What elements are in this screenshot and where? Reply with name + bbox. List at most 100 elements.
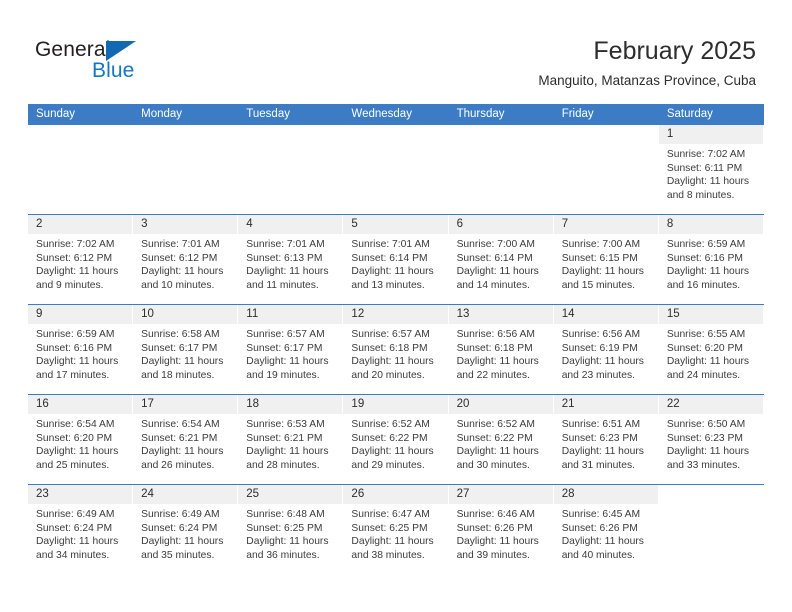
daylight-text: Daylight: 11 hours [246,356,329,368]
sunrise-text: Sunrise: 6:52 AM [351,419,430,430]
day-cell-3[interactable]: 3 Sunrise: 7:01 AM Sunset: 6:12 PM Daylight… [133,215,239,304]
day-number-band: 20 [448,395,553,414]
day-cell-18[interactable]: 18 Sunrise: 6:53 AM Sunset: 6:21 PM Dayligh… [238,395,344,484]
day-number: 6 [456,218,463,230]
day-cell-22[interactable]: 22 Sunrise: 6:50 AM Sunset: 6:23 PM Dayligh… [658,395,764,484]
day-cell-15[interactable]: 15 Sunrise: 6:55 AM Sunset: 6:20 PM Dayligh… [658,305,764,394]
day-number: 4 [246,218,253,230]
day-number: 28 [561,488,575,500]
daylight-text: Daylight: 11 hours [561,446,644,458]
day-cell-4[interactable]: 4 Sunrise: 7:01 AM Sunset: 6:13 PM Daylight… [238,215,344,304]
day-number-band: 24 [133,485,238,504]
day-details: Sunrise: 6:54 AM Sunset: 6:20 PM Daylight:… [28,414,132,472]
day-number: 14 [561,308,575,320]
daylight-text: and 36 minutes. [246,549,320,561]
calendar-week-row: 9 Sunrise: 6:59 AM Sunset: 6:16 PM Daylight… [28,304,764,394]
day-number: 27 [456,488,470,500]
daylight-text: Daylight: 11 hours [141,536,224,548]
daylight-text: and 29 minutes. [351,459,425,471]
day-details: Sunrise: 6:46 AM Sunset: 6:26 PM Daylight:… [449,504,553,562]
day-number-band [238,125,343,144]
sunset-text: Sunset: 6:20 PM [36,432,113,444]
sunset-text: Sunset: 6:19 PM [561,342,638,354]
day-number-band: 23 [28,485,133,504]
day-cell-17[interactable]: 17 Sunrise: 6:54 AM Sunset: 6:21 PM Dayligh… [133,395,239,484]
daylight-text: Daylight: 11 hours [141,266,224,278]
logo-text-blue: Blue [92,59,135,82]
daylight-text: and 26 minutes. [141,459,215,471]
day-number: 9 [36,308,43,320]
day-cell-24[interactable]: 24 Sunrise: 6:49 AM Sunset: 6:24 PM Dayligh… [133,485,239,574]
weekday-header-tuesday: Tuesday [246,108,290,120]
day-cell-5[interactable]: 5 Sunrise: 7:01 AM Sunset: 6:14 PM Daylight… [343,215,449,304]
day-cell-27[interactable]: 27 Sunrise: 6:46 AM Sunset: 6:26 PM Dayligh… [448,485,554,574]
calendar-grid: Sunday Monday Tuesday Wednesday Thursday Frid… [28,104,764,574]
daylight-text: and 25 minutes. [36,459,110,471]
sunrise-text: Sunrise: 6:57 AM [351,329,430,340]
day-number-band: 16 [28,395,133,414]
daylight-text: Daylight: 11 hours [456,356,539,368]
day-cell-28[interactable]: 28 Sunrise: 6:45 AM Sunset: 6:26 PM Dayligh… [553,485,659,574]
weekday-header-wednesday: Wednesday [351,108,412,120]
sunrise-text: Sunrise: 6:56 AM [561,329,641,340]
sunset-text: Sunset: 6:13 PM [246,252,323,264]
sunrise-text: Sunrise: 6:54 AM [141,419,220,430]
day-cell-25[interactable]: 25 Sunrise: 6:48 AM Sunset: 6:25 PM Dayligh… [238,485,344,574]
daylight-text: Daylight: 11 hours [456,266,539,278]
weekday-header-saturday: Saturday [666,108,713,120]
sunset-text: Sunset: 6:22 PM [456,432,533,444]
day-cell-12[interactable]: 12 Sunrise: 6:57 AM Sunset: 6:18 PM Dayligh… [343,305,449,394]
day-cell-13[interactable]: 13 Sunrise: 6:56 AM Sunset: 6:18 PM Dayligh… [448,305,554,394]
daylight-text: Daylight: 11 hours [246,536,329,548]
daylight-text: and 13 minutes. [351,279,425,291]
day-number: 24 [141,488,154,500]
day-cell-23[interactable]: 23 Sunrise: 6:49 AM Sunset: 6:24 PM Dayligh… [28,485,134,574]
day-cell-2[interactable]: 2 Sunrise: 7:02 AM Sunset: 6:12 PM Daylight… [28,215,134,304]
day-details: Sunrise: 6:56 AM Sunset: 6:18 PM Daylight:… [449,324,553,382]
sunrise-text: Sunrise: 6:48 AM [246,509,325,520]
day-number: 11 [246,308,259,320]
daylight-text: Daylight: 11 hours [141,446,224,458]
day-number: 15 [666,308,680,320]
daylight-text: Daylight: 11 hours [246,266,329,278]
daylight-text: and 31 minutes. [561,459,635,471]
daylight-text: and 22 minutes. [456,369,530,381]
sunset-text: Sunset: 6:18 PM [351,342,428,354]
day-cell-10[interactable]: 10 Sunrise: 6:58 AM Sunset: 6:17 PM Dayligh… [133,305,239,394]
day-details: Sunrise: 7:01 AM Sunset: 6:12 PM Daylight:… [133,234,237,292]
day-details: Sunrise: 7:01 AM Sunset: 6:13 PM Daylight:… [238,234,342,292]
day-cell-empty [343,125,449,214]
day-cell-7[interactable]: 7 Sunrise: 7:00 AM Sunset: 6:15 PM Daylight… [553,215,659,304]
general-blue-logo[interactable]: General Blue [35,38,265,90]
day-cell-16[interactable]: 16 Sunrise: 6:54 AM Sunset: 6:20 PM Dayligh… [28,395,134,484]
daylight-text: Daylight: 11 hours [36,266,119,278]
day-cell-8[interactable]: 8 Sunrise: 6:59 AM Sunset: 6:16 PM Daylight… [658,215,764,304]
day-number-band: 17 [133,395,238,414]
sunrise-text: Sunrise: 6:59 AM [666,239,746,250]
sunrise-text: Sunrise: 6:45 AM [561,509,641,520]
day-cell-11[interactable]: 11 Sunrise: 6:57 AM Sunset: 6:17 PM Dayligh… [238,305,344,394]
day-cell-19[interactable]: 19 Sunrise: 6:52 AM Sunset: 6:22 PM Dayligh… [343,395,449,484]
day-cell-20[interactable]: 20 Sunrise: 6:52 AM Sunset: 6:22 PM Dayligh… [448,395,554,484]
day-number: 19 [351,398,365,410]
day-cell-21[interactable]: 21 Sunrise: 6:51 AM Sunset: 6:23 PM Dayligh… [553,395,659,484]
daylight-text: and 35 minutes. [141,549,215,561]
day-cell-26[interactable]: 26 Sunrise: 6:47 AM Sunset: 6:25 PM Dayligh… [343,485,449,574]
weekday-header-thursday: Thursday [456,108,505,120]
daylight-text: Daylight: 11 hours [351,356,434,368]
day-cell-1[interactable]: 1 Sunrise: 7:02 AM Sunset: 6:11 PM Daylight… [658,125,764,214]
day-cell-9[interactable]: 9 Sunrise: 6:59 AM Sunset: 6:16 PM Daylight… [28,305,134,394]
daylight-text: Daylight: 11 hours [141,356,224,368]
sunrise-text: Sunrise: 6:49 AM [36,509,115,520]
daylight-text: and 10 minutes. [141,279,215,291]
daylight-text: and 16 minutes. [666,279,741,291]
sunrise-text: Sunrise: 7:00 AM [561,239,641,250]
day-cell-6[interactable]: 6 Sunrise: 7:00 AM Sunset: 6:14 PM Daylight… [448,215,554,304]
day-cell-14[interactable]: 14 Sunrise: 6:56 AM Sunset: 6:19 PM Dayligh… [553,305,659,394]
day-number: 3 [141,218,148,230]
day-number: 18 [246,398,260,410]
day-details: Sunrise: 6:50 AM Sunset: 6:23 PM Daylight:… [659,414,763,472]
daylight-text: and 34 minutes. [36,549,110,561]
sunrise-text: Sunrise: 6:57 AM [246,329,325,340]
day-number-band: 25 [238,485,343,504]
